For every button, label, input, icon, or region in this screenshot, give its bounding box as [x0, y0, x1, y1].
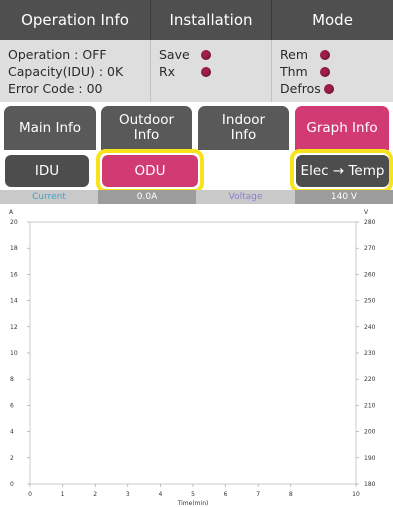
rx-indicator-icon — [201, 66, 211, 77]
y-left-tick-label: 2 — [10, 455, 14, 462]
y-left-tick-label: 16 — [10, 271, 18, 278]
x-tick-label: 0 — [28, 491, 32, 498]
y-left-tick-label: 10 — [10, 350, 18, 357]
y-left-tick-label: 0 — [10, 481, 14, 488]
plot-frame — [29, 221, 357, 485]
tab-indoor-info-label-1: Indoor — [221, 112, 266, 128]
idu-button[interactable]: IDU — [5, 155, 89, 187]
header-mode: Mode — [272, 0, 393, 40]
x-tick-label: 5 — [191, 491, 195, 498]
thm-indicator-icon — [320, 66, 330, 77]
defros-label: Defros — [280, 81, 321, 96]
x-tick-label: 4 — [158, 491, 162, 498]
y-left-tick-label: 20 — [10, 219, 18, 226]
y-right-tick-label: 250 — [364, 298, 376, 305]
tab-outdoor-info-label-2: Info — [133, 127, 160, 143]
x-tick-label: 1 — [61, 491, 65, 498]
electric-graph-svg: A V Time(min) 02468101214161820180190200… — [9, 209, 376, 507]
tab-main-info-label: Main Info — [18, 119, 82, 136]
y-left-tick-label: 4 — [10, 429, 14, 436]
y-right-tick-label: 220 — [364, 376, 376, 383]
y-right-tick-label: 240 — [364, 324, 376, 331]
header-operation-info: Operation Info — [0, 0, 151, 40]
tab-bar: Main Info Outdoor Info Indoor Info Graph… — [0, 102, 393, 152]
y-right-tick-label: 210 — [364, 402, 376, 409]
y-right-tick-label: 280 — [364, 219, 376, 226]
x-tick-label: 2 — [93, 491, 97, 498]
y-right-tick-label: 200 — [364, 429, 376, 436]
right-axis-unit: V — [364, 209, 369, 216]
rem-indicator-icon — [320, 49, 330, 60]
y-left-tick-label: 18 — [10, 245, 18, 252]
current-legend-label: Current — [0, 190, 98, 204]
graph-legend: Current 0.0A Voltage 140 V — [0, 190, 393, 204]
x-axis-label: Time(min) — [177, 500, 209, 507]
operation-status: Operation : OFF — [8, 47, 107, 62]
unit-selector-bar: IDU ODU Elec → Temp — [0, 149, 393, 193]
left-axis-unit: A — [9, 209, 14, 216]
operation-info-panel: Operation : OFF Capacity(IDU) : 0K Error… — [0, 40, 151, 102]
graph-area: A V Time(min) 0 2 4 6 8 10 12 14 16 18 20 180 190 200… — [0, 206, 393, 507]
elec-temp-button[interactable]: Elec → Temp — [296, 155, 389, 187]
rem-label: Rem — [280, 47, 308, 62]
y-left-tick-label: 14 — [10, 298, 18, 305]
tab-outdoor-info[interactable]: Outdoor Info — [101, 106, 192, 150]
installation-panel: Save Rx — [151, 40, 272, 102]
header-installation: Installation — [151, 0, 272, 40]
tab-main-info[interactable]: Main Info — [4, 106, 96, 150]
error-code: Error Code : 00 — [8, 81, 103, 96]
tab-indoor-info-label-2: Info — [230, 127, 257, 143]
mode-panel: Rem Thm Defros — [272, 40, 393, 102]
y-right-tick-label: 260 — [364, 271, 376, 278]
voltage-legend-label: Voltage — [196, 190, 295, 204]
y-right-tick-label: 190 — [364, 455, 376, 462]
y-left-tick-label: 8 — [10, 376, 14, 383]
y-left-tick-label: 6 — [10, 402, 14, 409]
x-tick-label: 3 — [126, 491, 130, 498]
x-tick-label: 10 — [352, 491, 360, 498]
odu-button[interactable]: ODU — [102, 155, 198, 187]
y-right-tick-label: 270 — [364, 245, 376, 252]
tab-graph-info-label: Graph Info — [306, 119, 378, 136]
y-left-tick-label: 12 — [10, 324, 18, 331]
tab-graph-info[interactable]: Graph Info — [295, 106, 389, 150]
thm-label: Thm — [280, 64, 308, 79]
defros-indicator-icon — [324, 83, 334, 94]
y-right-tick-label: 230 — [364, 350, 376, 357]
capacity-idu: Capacity(IDU) : 0K — [8, 64, 124, 79]
save-indicator-icon — [201, 49, 211, 60]
current-value: 0.0A — [98, 190, 196, 204]
voltage-value: 140 V — [295, 190, 393, 204]
x-tick-label: 8 — [289, 491, 293, 498]
y-right-tick-label: 180 — [364, 481, 376, 488]
save-label: Save — [159, 47, 190, 62]
x-tick-label: 6 — [224, 491, 228, 498]
tab-indoor-info[interactable]: Indoor Info — [198, 106, 289, 150]
x-tick-label: 7 — [256, 491, 260, 498]
tab-outdoor-info-label-1: Outdoor — [118, 112, 175, 128]
rx-label: Rx — [159, 64, 176, 79]
